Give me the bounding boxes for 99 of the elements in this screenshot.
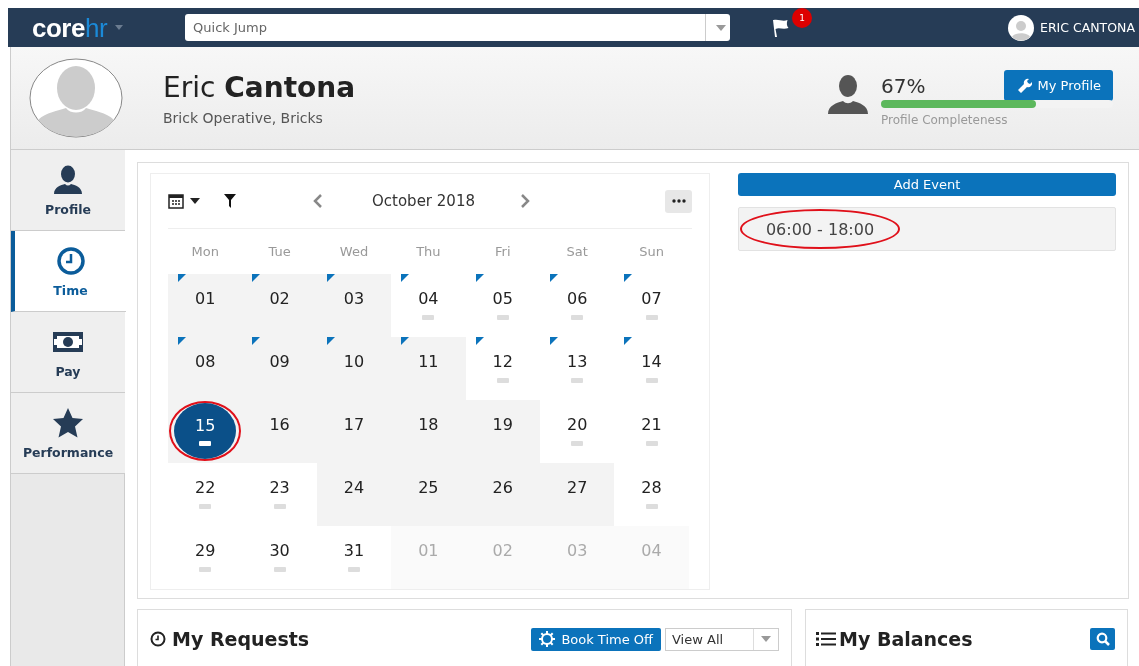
day-number: 02 <box>492 541 513 561</box>
day-number: 10 <box>343 352 365 372</box>
completeness-percent: 67% <box>881 73 926 98</box>
day-number: 04 <box>641 541 662 561</box>
calendar-day[interactable]: 11 <box>391 337 466 400</box>
day-number: 07 <box>641 289 662 309</box>
calendar-day[interactable]: 01 <box>168 274 243 337</box>
filter-dropdown[interactable]: View All <box>665 627 779 651</box>
day-number: 22 <box>195 478 216 498</box>
add-event-button[interactable]: Add Event <box>738 173 1116 196</box>
day-number: 29 <box>195 541 216 561</box>
employee-name: Eric Cantona <box>163 70 356 104</box>
day-number: 16 <box>269 415 290 435</box>
person-icon <box>827 73 869 114</box>
day-number: 20 <box>566 415 588 435</box>
day-number: 05 <box>492 289 513 309</box>
calendar-day[interactable]: 03 <box>316 274 392 337</box>
list-icon <box>816 631 836 647</box>
sidebar-tab[interactable]: Pay <box>11 312 125 393</box>
day-number: 15 <box>195 416 216 436</box>
section-title: My Balances <box>839 628 973 650</box>
weekday-label: Thu <box>415 243 442 261</box>
dropdown-button[interactable] <box>705 14 731 41</box>
completeness-label: Profile Completeness <box>881 112 1009 127</box>
chevron-right-icon[interactable] <box>519 194 531 208</box>
day-number: 11 <box>418 352 439 372</box>
calendar-day[interactable]: 26 <box>465 463 540 526</box>
star-icon <box>52 406 84 439</box>
day-number: 06 <box>566 289 588 309</box>
day-number: 03 <box>566 541 588 561</box>
day-number: 14 <box>641 352 662 372</box>
calendar-day[interactable]: 17 <box>316 400 392 463</box>
day-number: 04 <box>418 289 439 309</box>
weekday-label: Sun <box>638 243 665 261</box>
day-number: 24 <box>343 478 365 498</box>
day-number: 19 <box>492 415 513 435</box>
my-profile-button[interactable]: My Profile <box>1003 69 1113 101</box>
day-number: 21 <box>641 415 662 435</box>
calendar-day[interactable]: 18 <box>391 400 466 463</box>
clock-icon <box>54 244 87 277</box>
day-number: 30 <box>269 541 290 561</box>
sidebar-tab[interactable]: Performance <box>11 393 125 474</box>
calendar-day[interactable]: 15 <box>168 400 243 463</box>
calendar-icon[interactable] <box>168 193 184 209</box>
day-number: 25 <box>418 478 439 498</box>
avatar-icon <box>29 58 123 138</box>
day-number: 08 <box>195 352 216 372</box>
weekday-label: Fri <box>494 243 512 261</box>
day-number: 02 <box>269 289 290 309</box>
search-icon <box>1095 632 1110 646</box>
caret-icon <box>761 636 771 642</box>
chevron-left-icon[interactable] <box>312 194 324 208</box>
day-number: 27 <box>566 478 588 498</box>
caret-icon[interactable] <box>190 198 200 204</box>
weekday-label: Tue <box>267 243 292 261</box>
calendar-day[interactable]: 08 <box>168 337 243 400</box>
day-number: 09 <box>269 352 290 372</box>
month-title: October 2018 <box>372 192 475 210</box>
search-field[interactable]: Quick Jump <box>185 14 706 41</box>
event-time: 06:00 - 18:00 <box>765 219 875 239</box>
day-number: 03 <box>343 289 365 309</box>
calendar-day[interactable]: 16 <box>242 400 317 463</box>
calendar-day[interactable]: 02 <box>242 274 317 337</box>
calendar-day[interactable]: 09 <box>242 337 317 400</box>
clock-icon <box>150 631 166 647</box>
user-name[interactable]: ERIC CANTONA <box>1040 20 1135 35</box>
day-number: 28 <box>641 478 662 498</box>
calendar-day[interactable]: 24 <box>316 463 392 526</box>
calendar-day[interactable]: 25 <box>391 463 466 526</box>
weekday-label: Wed <box>338 243 370 261</box>
weekday-label: Sat <box>565 243 589 261</box>
person-icon <box>52 163 84 196</box>
day-number: 01 <box>418 541 439 561</box>
weekday-label: Mon <box>190 243 220 261</box>
employee-role: Brick Operative, Bricks <box>163 109 324 126</box>
day-number: 31 <box>343 541 365 561</box>
day-number: 13 <box>566 352 588 372</box>
notification-badge: 1 <box>792 7 813 28</box>
day-number: 18 <box>418 415 439 435</box>
calendar-day[interactable]: 27 <box>539 463 615 526</box>
gear-icon <box>539 631 556 647</box>
day-number: 26 <box>492 478 513 498</box>
event-item[interactable]: 06:00 - 18:00 <box>738 207 1116 251</box>
day-number: 01 <box>195 289 216 309</box>
logo[interactable]: corehr <box>32 14 108 41</box>
sidebar-tab[interactable]: Profile <box>11 150 125 231</box>
book-time-off-button[interactable]: Book Time Off <box>531 627 661 651</box>
filter-icon[interactable] <box>224 194 236 208</box>
day-number: 17 <box>343 415 365 435</box>
calendar-day[interactable]: 10 <box>316 337 392 400</box>
section-title: My Requests <box>172 628 310 650</box>
day-number: 12 <box>492 352 513 372</box>
sidebar-tab[interactable]: Time <box>11 231 126 312</box>
day-number: 23 <box>269 478 290 498</box>
avatar-icon[interactable] <box>1008 14 1034 41</box>
calendar-day[interactable]: 19 <box>465 400 540 463</box>
ellipsis-icon <box>671 199 686 203</box>
more-button[interactable] <box>665 189 692 213</box>
search-button[interactable] <box>1090 628 1115 650</box>
